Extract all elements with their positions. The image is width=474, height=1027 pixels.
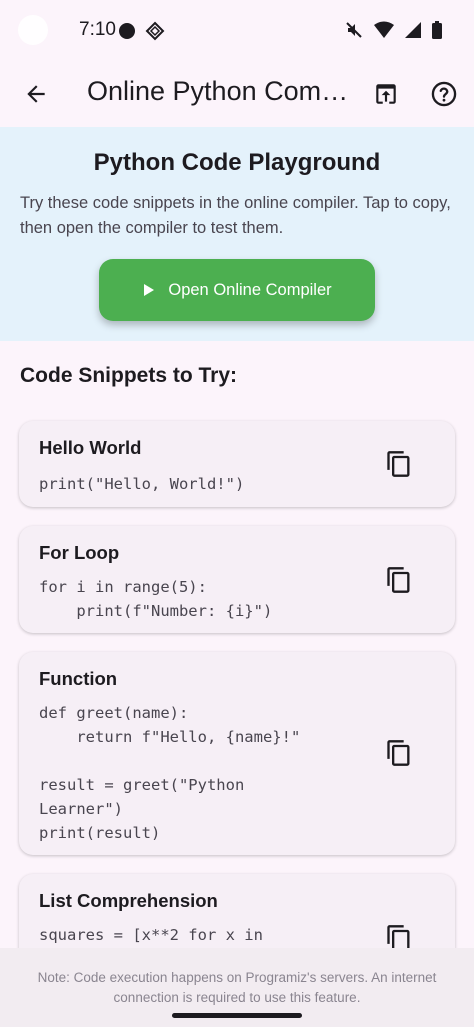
open-external-icon [376,84,396,104]
assistant-diamond-icon [145,21,165,41]
record-dot-icon [119,23,135,39]
status-time: 7:10 [79,19,116,40]
app-bar: Online Python Com… [0,62,474,126]
snippet-code: for i in range(5): print(f"Number: {i}") [39,578,273,620]
banner-description: Try these code snippets in the online co… [20,194,451,237]
snippets-heading: Code Snippets to Try: [20,364,238,387]
copy-icon [387,567,410,593]
signal-icon [405,22,421,38]
camera-cutout [18,15,48,45]
open-external-button[interactable] [366,74,406,114]
wifi-icon [374,21,394,38]
snippet-title: List Comprehension [39,890,218,911]
snippet-card[interactable]: Function def greet(name): return f"Hello… [19,652,455,855]
arrow-back-icon [27,85,45,103]
back-button[interactable] [16,74,56,114]
mute-icon [346,22,362,38]
open-compiler-label: Open Online Compiler [168,280,332,299]
copy-icon [387,740,410,766]
open-online-compiler-button[interactable]: Open Online Compiler [99,259,375,321]
status-notification-icons [117,21,165,41]
help-icon [431,81,457,107]
battery-icon [432,21,442,39]
footer-note: Note: Code execution happens on Programi… [0,948,474,1027]
footer-note-text: Note: Code execution happens on Programi… [37,970,437,1005]
snippet-title: Hello World [39,437,142,458]
home-indicator[interactable] [172,1013,302,1018]
snippet-code: squares = [x**2 for x in [39,926,263,944]
banner-title: Python Code Playground [93,149,381,176]
copy-icon [387,451,410,477]
status-bar: 7:10 [0,0,474,62]
snippet-title: Function [39,668,118,689]
page-title: Online Python Com… [87,76,349,106]
copy-button[interactable] [379,444,419,484]
snippet-code: print("Hello, World!") [39,475,245,493]
play-icon [144,284,155,296]
snippet-card[interactable]: Hello World print("Hello, World!") [19,421,455,507]
copy-button[interactable] [379,733,419,773]
snippet-title: For Loop [39,542,120,563]
status-system-icons [344,20,442,40]
copy-button[interactable] [379,560,419,600]
snippet-code: def greet(name): return f"Hello, {name}!… [39,704,301,842]
playground-banner: Python Code Playground Try these code sn… [0,127,474,341]
snippet-card[interactable]: For Loop for i in range(5): print(f"Numb… [19,526,455,633]
help-button[interactable] [424,74,464,114]
